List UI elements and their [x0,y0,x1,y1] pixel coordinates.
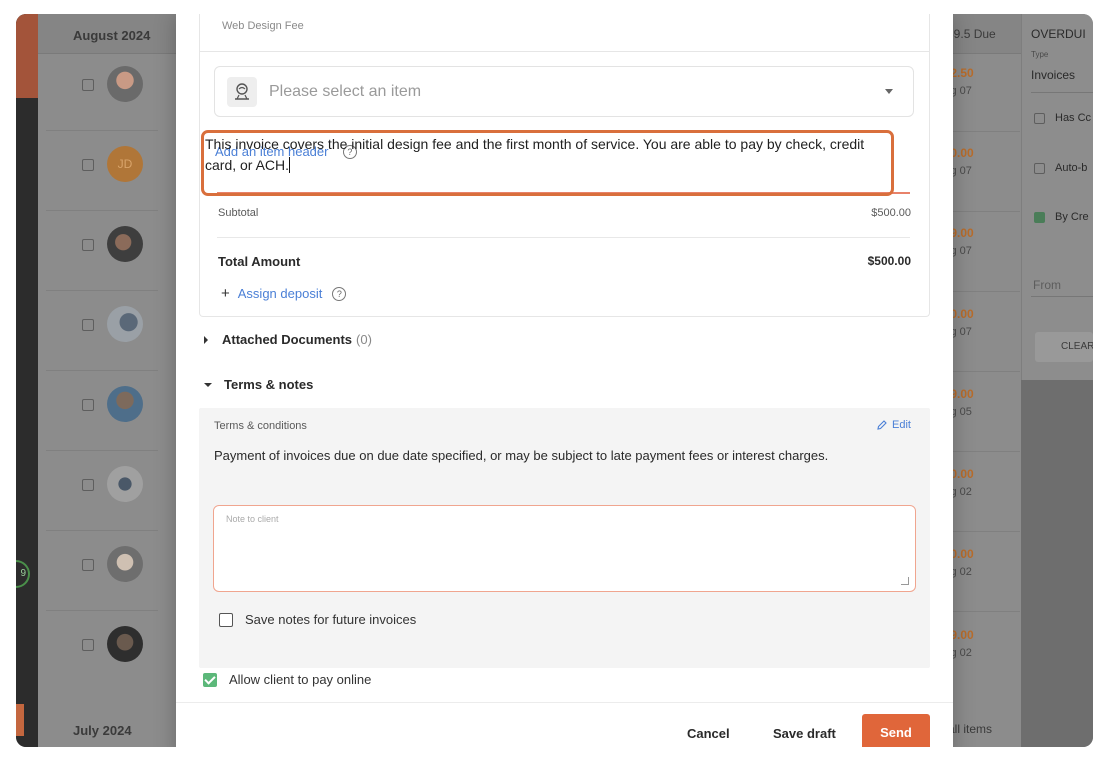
avatar [107,466,143,502]
edit-label: Edit [892,419,911,431]
row-divider [46,450,158,451]
row-divider [46,530,158,531]
note-text-value: This invoice covers the initial design f… [205,136,865,173]
filter-option-label: Has Cc [1055,112,1092,124]
invoice-modal: Web Design Fee Please select an item Add… [176,14,953,747]
filter-divider [1031,92,1093,93]
row-divider [46,210,158,211]
row-checkbox[interactable] [82,319,94,331]
terms-text: Payment of invoices due on due date spec… [214,448,829,463]
save-draft-button[interactable]: Save draft [773,726,836,741]
filter-checkbox-checked[interactable] [1034,212,1045,223]
row-checkbox[interactable] [82,479,94,491]
row-checkbox[interactable] [82,639,94,651]
resize-handle[interactable] [901,577,909,585]
subtotal-value: $500.00 [871,207,911,219]
terms-panel: Terms & conditions Edit Payment of invoi… [199,408,930,668]
filter-checkbox[interactable] [1034,113,1045,124]
item-select-placeholder: Please select an item [269,83,422,100]
total-value: $500.00 [867,254,911,268]
filter-divider [1031,296,1093,297]
row-checkbox[interactable] [82,399,94,411]
text-cursor [289,157,291,173]
filter-type-label: Type [1031,50,1049,59]
item-select-icon-wrap [227,77,257,107]
row-divider [46,130,158,131]
row-divider [46,370,158,371]
save-notes-label: Save notes for future invoices [245,612,417,627]
row-checkbox[interactable] [82,79,94,91]
avatar [107,626,143,662]
item-icon [235,83,249,100]
pencil-icon [877,420,887,430]
assign-deposit-link[interactable]: Assign deposit [238,286,323,301]
note-to-client-text[interactable]: This invoice covers the initial design f… [205,134,885,176]
avatar-initials: JD [107,146,143,182]
filter-type-select[interactable]: Invoices [1031,68,1075,82]
caret-down-icon [204,382,212,387]
attached-documents-title: Attached Documents [222,332,353,347]
avatar [107,226,143,262]
filter-title: OVERDUI [1031,27,1086,41]
item-divider [199,51,930,52]
item-select[interactable]: Please select an item [214,66,914,117]
row-checkbox[interactable] [82,239,94,251]
terms-conditions-label: Terms & conditions [214,420,307,432]
filter-from-input[interactable]: From [1033,278,1061,292]
allow-online-payment-option[interactable]: Allow client to pay online [203,672,371,687]
filter-option-label: By Cre [1055,211,1089,223]
assign-deposit-row: + Assign deposit ? [221,285,347,302]
save-notes-option[interactable]: Save notes for future invoices [219,612,416,627]
filter-checkbox[interactable] [1034,163,1045,174]
modal-body: Web Design Fee Please select an item Add… [176,14,953,702]
left-nav [16,14,38,747]
edit-terms-link[interactable]: Edit [876,419,911,431]
save-notes-checkbox[interactable] [219,612,233,627]
terms-notes-toggle[interactable]: Terms & notes [204,377,313,392]
attached-documents-toggle[interactable]: Attached Documents (0) [204,332,372,347]
row-checkbox[interactable] [82,159,94,171]
avatar [107,66,143,102]
totals-divider [217,192,910,194]
left-nav-marker [16,704,24,736]
note-to-client-label: Note to client [226,514,279,524]
allow-online-label: Allow client to pay online [229,672,372,687]
cancel-button[interactable]: Cancel [687,726,730,741]
month-heading-july: July 2024 [73,723,132,738]
plus-icon: + [221,285,230,302]
month-heading-august: August 2024 [73,28,151,43]
avatar [107,386,143,422]
clear-button[interactable]: CLEAR [1035,332,1093,362]
row-divider [46,610,158,611]
row-divider [46,290,158,291]
app-window: 9 August 2024 July 2024 JD ,759.5 Due 21… [16,14,1093,747]
note-to-client-field[interactable]: Note to client [213,505,916,592]
left-nav-accent [16,14,38,98]
previous-item-label: Web Design Fee [222,20,304,32]
filter-panel-lower [1021,380,1093,747]
subtotal-label: Subtotal [218,207,259,219]
attached-documents-count: (0) [356,332,372,347]
help-icon[interactable]: ? [332,286,347,301]
total-label: Total Amount [218,254,301,269]
terms-notes-title: Terms & notes [224,377,314,392]
send-button[interactable]: Send [862,714,930,747]
modal-footer: Cancel Save draft Send [176,702,953,747]
chevron-down-icon [885,89,893,94]
avatar [107,546,143,582]
caret-right-icon [204,335,208,344]
row-checkbox[interactable] [82,559,94,571]
avatar [107,306,143,342]
filter-option-label: Auto-b [1055,162,1088,174]
allow-online-checkbox[interactable] [203,672,217,687]
subtotal-divider [217,237,910,238]
